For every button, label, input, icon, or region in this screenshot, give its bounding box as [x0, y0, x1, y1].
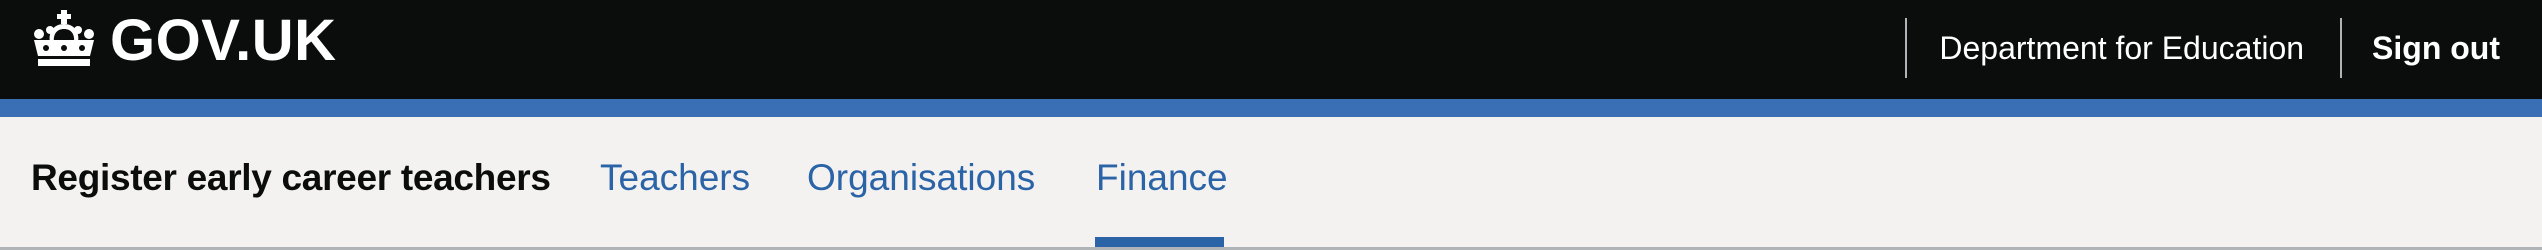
header-navigation: Department for Education Sign out [1905, 18, 2542, 78]
header-accent-bar [0, 99, 2542, 117]
tab-organisations[interactable]: Organisations [807, 157, 1035, 199]
service-navigation: Register early career teachers Teachers … [0, 117, 2542, 248]
govuk-header: GOV.UK Department for Education Sign out [0, 0, 2542, 99]
tab-finance[interactable]: Finance [1096, 157, 1228, 199]
crown-icon [34, 10, 94, 66]
service-name[interactable]: Register early career teachers [31, 157, 551, 199]
govuk-logo-text: GOV.UK [110, 8, 337, 73]
organisation-name[interactable]: Department for Education [1907, 30, 2340, 67]
tab-teachers[interactable]: Teachers [600, 157, 750, 199]
sign-out-link[interactable]: Sign out [2342, 30, 2542, 67]
govuk-home-link[interactable]: GOV.UK [30, 8, 337, 73]
